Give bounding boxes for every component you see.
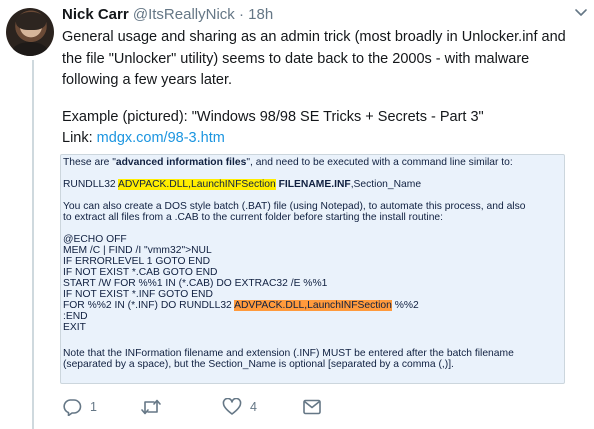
code-line: START /W FOR %%1 IN (*.CAB) DO EXTRAC32 … <box>63 278 328 289</box>
card-note-line: (separated by a space), but the Section_… <box>63 359 454 370</box>
avatar-hair <box>16 12 46 30</box>
like-count: 4 <box>250 400 257 414</box>
tweet-link-row: Link: mdgx.com/98-3.htm <box>62 128 225 150</box>
like-icon <box>222 398 242 415</box>
card-note-line: Note that the INFormation filename and e… <box>63 348 514 359</box>
avatar[interactable] <box>6 8 54 56</box>
direct-message-button[interactable] <box>302 398 322 416</box>
author-name[interactable]: Nick Carr <box>62 6 129 23</box>
tweet-header: Nick Carr @ItsReallyNick · 18h <box>62 6 273 24</box>
code-line: IF NOT EXIST *.CAB GOTO END <box>63 267 218 278</box>
reply-icon <box>63 399 82 416</box>
attached-image[interactable]: These are "advanced information files", … <box>60 154 565 384</box>
card-intro-line: These are "advanced information files", … <box>63 157 513 168</box>
highlight-advpack-orange: ADVPACK.DLL,LaunchINFSection <box>234 300 392 311</box>
chevron-down-icon[interactable] <box>574 6 588 20</box>
tweet-paragraph: General usage and sharing as an admin tr… <box>62 29 566 88</box>
reply-count: 1 <box>90 400 97 414</box>
author-handle[interactable]: @ItsReallyNick <box>133 6 235 23</box>
tweet-timestamp[interactable]: 18h <box>248 6 273 23</box>
tweet-example-line: Example (pictured): "Windows 98/98 SE Tr… <box>62 109 484 125</box>
like-button[interactable]: 4 <box>222 398 257 416</box>
direct-message-icon <box>303 399 321 415</box>
separator-dot: · <box>238 6 244 23</box>
link-prefix: Link: <box>62 130 97 146</box>
code-line: :END <box>63 311 88 322</box>
retweet-icon <box>141 399 161 415</box>
tweet-body: General usage and sharing as an admin tr… <box>62 27 572 92</box>
tweet-link[interactable]: mdgx.com/98-3.htm <box>97 130 225 146</box>
code-line: @ECHO OFF <box>63 234 127 245</box>
code-line: EXIT <box>63 322 86 333</box>
thread-connector-line <box>32 60 34 429</box>
card-command-line: RUNDLL32 ADVPACK.DLL,LaunchINFSection FI… <box>63 179 422 190</box>
code-line: MEM /C | FIND /I "vmm32">NUL <box>63 245 212 256</box>
card-text-line: to extract all files from a .CAB to the … <box>63 212 444 223</box>
reply-button[interactable]: 1 <box>62 398 97 416</box>
code-line: FOR %%2 IN (*.INF) DO RUNDLL32 ADVPACK.D… <box>63 300 419 311</box>
avatar-shirt <box>12 42 48 56</box>
retweet-button[interactable] <box>140 398 170 416</box>
highlight-advpack: ADVPACK.DLL,LaunchINFSection <box>117 179 276 190</box>
card-text-line: You can also create a DOS style batch (.… <box>63 201 526 212</box>
code-line: IF ERRORLEVEL 1 GOTO END <box>63 256 211 267</box>
code-line: IF NOT EXIST *.INF GOTO END <box>63 289 213 300</box>
